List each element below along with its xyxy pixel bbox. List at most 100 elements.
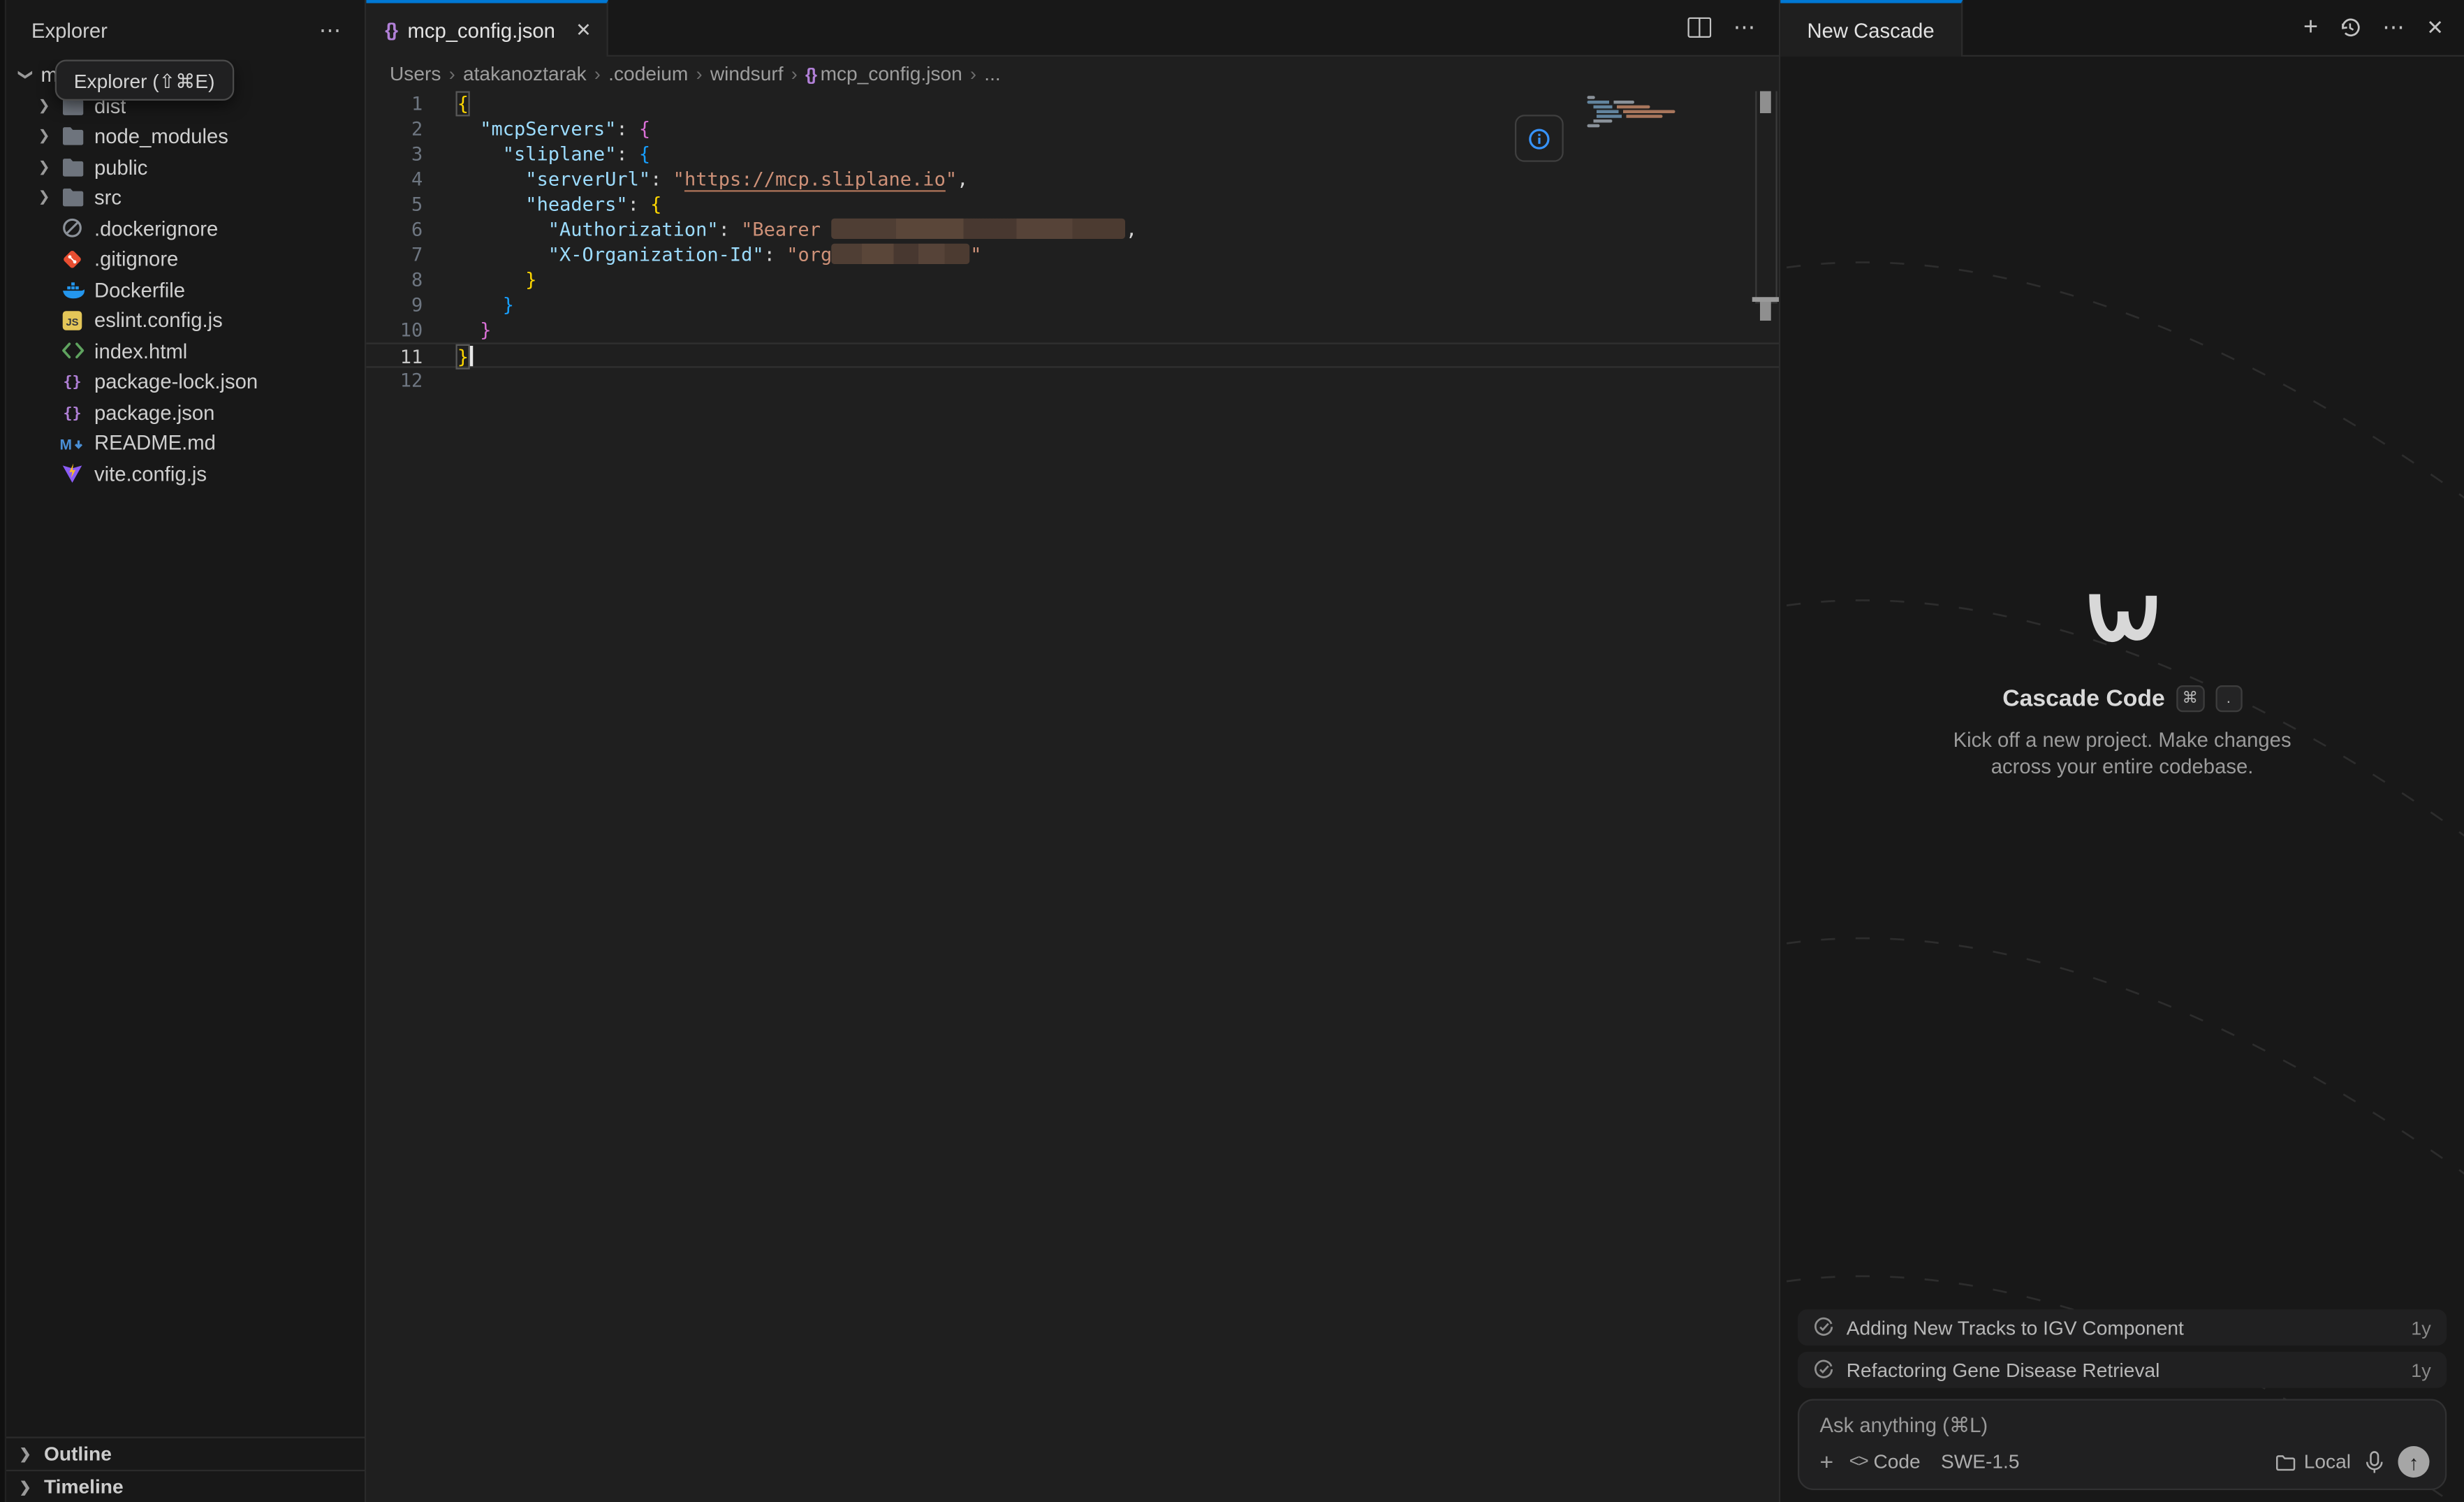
breadcrumb-item[interactable]: atakanoztarak	[463, 63, 587, 85]
tab-new-cascade[interactable]: New Cascade	[1780, 0, 1963, 57]
tree-item-dockerfile[interactable]: Dockerfile	[0, 275, 365, 305]
cascade-panel: New Cascade + ⋯ ✕	[1780, 0, 2464, 1502]
vite-icon	[60, 461, 85, 486]
period-key-badge: .	[2215, 685, 2242, 711]
file-label: package-lock.json	[94, 370, 258, 393]
json-file-icon: {}	[385, 19, 397, 41]
chevron-down-icon: ❯	[17, 62, 34, 87]
json-file-icon: {}	[805, 66, 816, 85]
tree-item-index-html[interactable]: index.html	[0, 335, 365, 366]
tree-item--gitignore[interactable]: .gitignore	[0, 244, 365, 275]
breadcrumb-item[interactable]: windsurf	[710, 63, 784, 85]
tree-item-src[interactable]: ❯src	[0, 182, 365, 213]
location-selector[interactable]: Local	[2275, 1451, 2351, 1473]
location-label: Local	[2304, 1451, 2351, 1473]
code-line-1: 1{	[366, 92, 1779, 117]
folder-icon	[60, 185, 85, 210]
check-circle-icon	[1814, 1318, 1834, 1338]
breadcrumb-item[interactable]: .codeium	[608, 63, 688, 85]
code-line-5: 5 "headers": {	[366, 192, 1779, 217]
send-button[interactable]: ↑	[2398, 1446, 2430, 1478]
line-number: 1	[366, 92, 457, 117]
folder-icon	[2275, 1453, 2296, 1471]
cascade-tab-label: New Cascade	[1807, 18, 1935, 42]
tree-item--dockerignore[interactable]: .dockerignore	[0, 213, 365, 244]
tree-item-eslint-config-js[interactable]: JS eslint.config.js	[0, 305, 365, 336]
attach-plus-icon[interactable]: +	[1820, 1450, 1834, 1474]
tree-item-public[interactable]: ❯public	[0, 152, 365, 182]
section-timeline[interactable]: ❯Timeline	[0, 1470, 365, 1502]
mic-icon[interactable]	[2365, 1450, 2384, 1474]
windsurf-logo	[2083, 587, 2162, 650]
cascade-welcome: Cascade Code ⌘ . Kick off a new project.…	[1780, 587, 2464, 779]
breadcrumb-separator: ›	[696, 63, 703, 85]
tree-item-readme-md[interactable]: M README.md	[0, 428, 365, 458]
editor-more-icon[interactable]: ⋯	[1733, 14, 1757, 41]
panel-close-icon[interactable]: ✕	[2426, 15, 2444, 40]
tree-item-vite-config-js[interactable]: vite.config.js	[0, 458, 365, 489]
editor-tabbar: {} mcp_config.json ✕ ⋯	[366, 0, 1779, 57]
cascade-tabbar: New Cascade + ⋯ ✕	[1780, 0, 2464, 57]
tab-close-icon[interactable]: ✕	[575, 19, 592, 41]
mode-selector[interactable]: <> Code	[1849, 1451, 1921, 1473]
file-label: eslint.config.js	[94, 309, 223, 333]
code-line-2: 2 "mcpServers": {	[366, 117, 1779, 142]
breadcrumb[interactable]: Users›atakanoztarak›.codeium›windsurf›{}…	[366, 57, 1779, 92]
file-tree: ❯ my Explorer (⇧⌘E) ❯dist❯node_modules❯p…	[0, 60, 365, 1437]
tree-item-node-modules[interactable]: ❯node_modules	[0, 121, 365, 152]
svg-text:JS: JS	[66, 316, 78, 328]
section-label: Outline	[44, 1443, 112, 1466]
docker-icon	[60, 277, 85, 302]
breadcrumb-item[interactable]: ...	[984, 63, 1000, 85]
chevron-right-icon: ❯	[13, 1478, 38, 1496]
json-icon: {}	[60, 369, 85, 394]
git-icon	[60, 247, 85, 272]
check-circle-icon	[1814, 1359, 1834, 1380]
model-selector[interactable]: SWE-1.5	[1941, 1451, 2020, 1473]
chevron-right-icon: ❯	[13, 1445, 38, 1463]
file-label: README.md	[94, 431, 216, 455]
conversation-item[interactable]: Refactoring Gene Disease Retrieval1y	[1798, 1352, 2447, 1388]
line-number: 5	[366, 192, 457, 217]
cascade-body: Cascade Code ⌘ . Kick off a new project.…	[1780, 57, 2464, 1502]
cascade-subtitle: Kick off a new project. Make changes acr…	[1953, 725, 2291, 779]
code-brackets-icon: <>	[1849, 1452, 1868, 1471]
cascade-title: Cascade Code	[2002, 685, 2165, 711]
file-label: .dockerignore	[94, 217, 218, 240]
ask-input-placeholder[interactable]: Ask anything (⌘L)	[1820, 1413, 2430, 1438]
explorer-more-icon[interactable]: ⋯	[319, 17, 343, 43]
code-editor[interactable]: 1{2 "mcpServers": {3 "sliplane": {4 "ser…	[366, 92, 1779, 1502]
line-number: 3	[366, 142, 457, 167]
windsurf-window: Explorer ⋯ ❯ my Explorer (⇧⌘E) ❯dist❯nod…	[0, 0, 2464, 1502]
line-number: 12	[366, 368, 457, 393]
cascade-actions: + ⋯ ✕	[2303, 0, 2464, 55]
conversation-title: Adding New Tracks to IGV Component	[1847, 1316, 2398, 1339]
split-editor-icon[interactable]	[1688, 17, 1712, 38]
editor-group: {} mcp_config.json ✕ ⋯ Users › atakanoztar…	[366, 0, 1780, 1502]
code-line-3: 3 "sliplane": {	[366, 142, 1779, 167]
explorer-title: Explorer	[31, 18, 108, 42]
line-number: 11	[366, 344, 457, 367]
code-line-11: 11}	[366, 343, 1779, 368]
conversation-time: 1y	[2411, 1359, 2431, 1381]
breadcrumb-item[interactable]: {}mcp_config.json	[805, 63, 962, 85]
conversation-item[interactable]: Adding New Tracks to IGV Component1y	[1798, 1309, 2447, 1346]
file-label: index.html	[94, 339, 187, 363]
breadcrumb-separator: ›	[970, 63, 976, 85]
history-icon[interactable]	[2338, 16, 2362, 40]
tree-item-package-json[interactable]: {}package.json	[0, 397, 365, 428]
file-label: src	[94, 186, 122, 210]
tab-label: mcp_config.json	[408, 18, 555, 42]
tree-item-package-lock-json[interactable]: {} package-lock.json	[0, 366, 365, 397]
svg-text:{}: {}	[63, 404, 81, 422]
tab-mcp-config-json[interactable]: {} mcp_config.json ✕	[366, 0, 608, 57]
section-outline[interactable]: ❯ Outline	[0, 1438, 365, 1470]
md-icon: M	[60, 430, 85, 455]
new-cascade-plus-icon[interactable]: +	[2303, 13, 2318, 42]
chevron-right-icon: ❯	[31, 128, 57, 145]
breadcrumb-separator: ›	[449, 63, 455, 85]
ask-input-box[interactable]: Ask anything (⌘L) + <> Code SWE-1.5 Loca…	[1798, 1399, 2447, 1491]
svg-text:M: M	[60, 437, 73, 453]
panel-more-icon[interactable]: ⋯	[2382, 14, 2406, 41]
breadcrumb-item[interactable]: Users	[390, 63, 441, 85]
